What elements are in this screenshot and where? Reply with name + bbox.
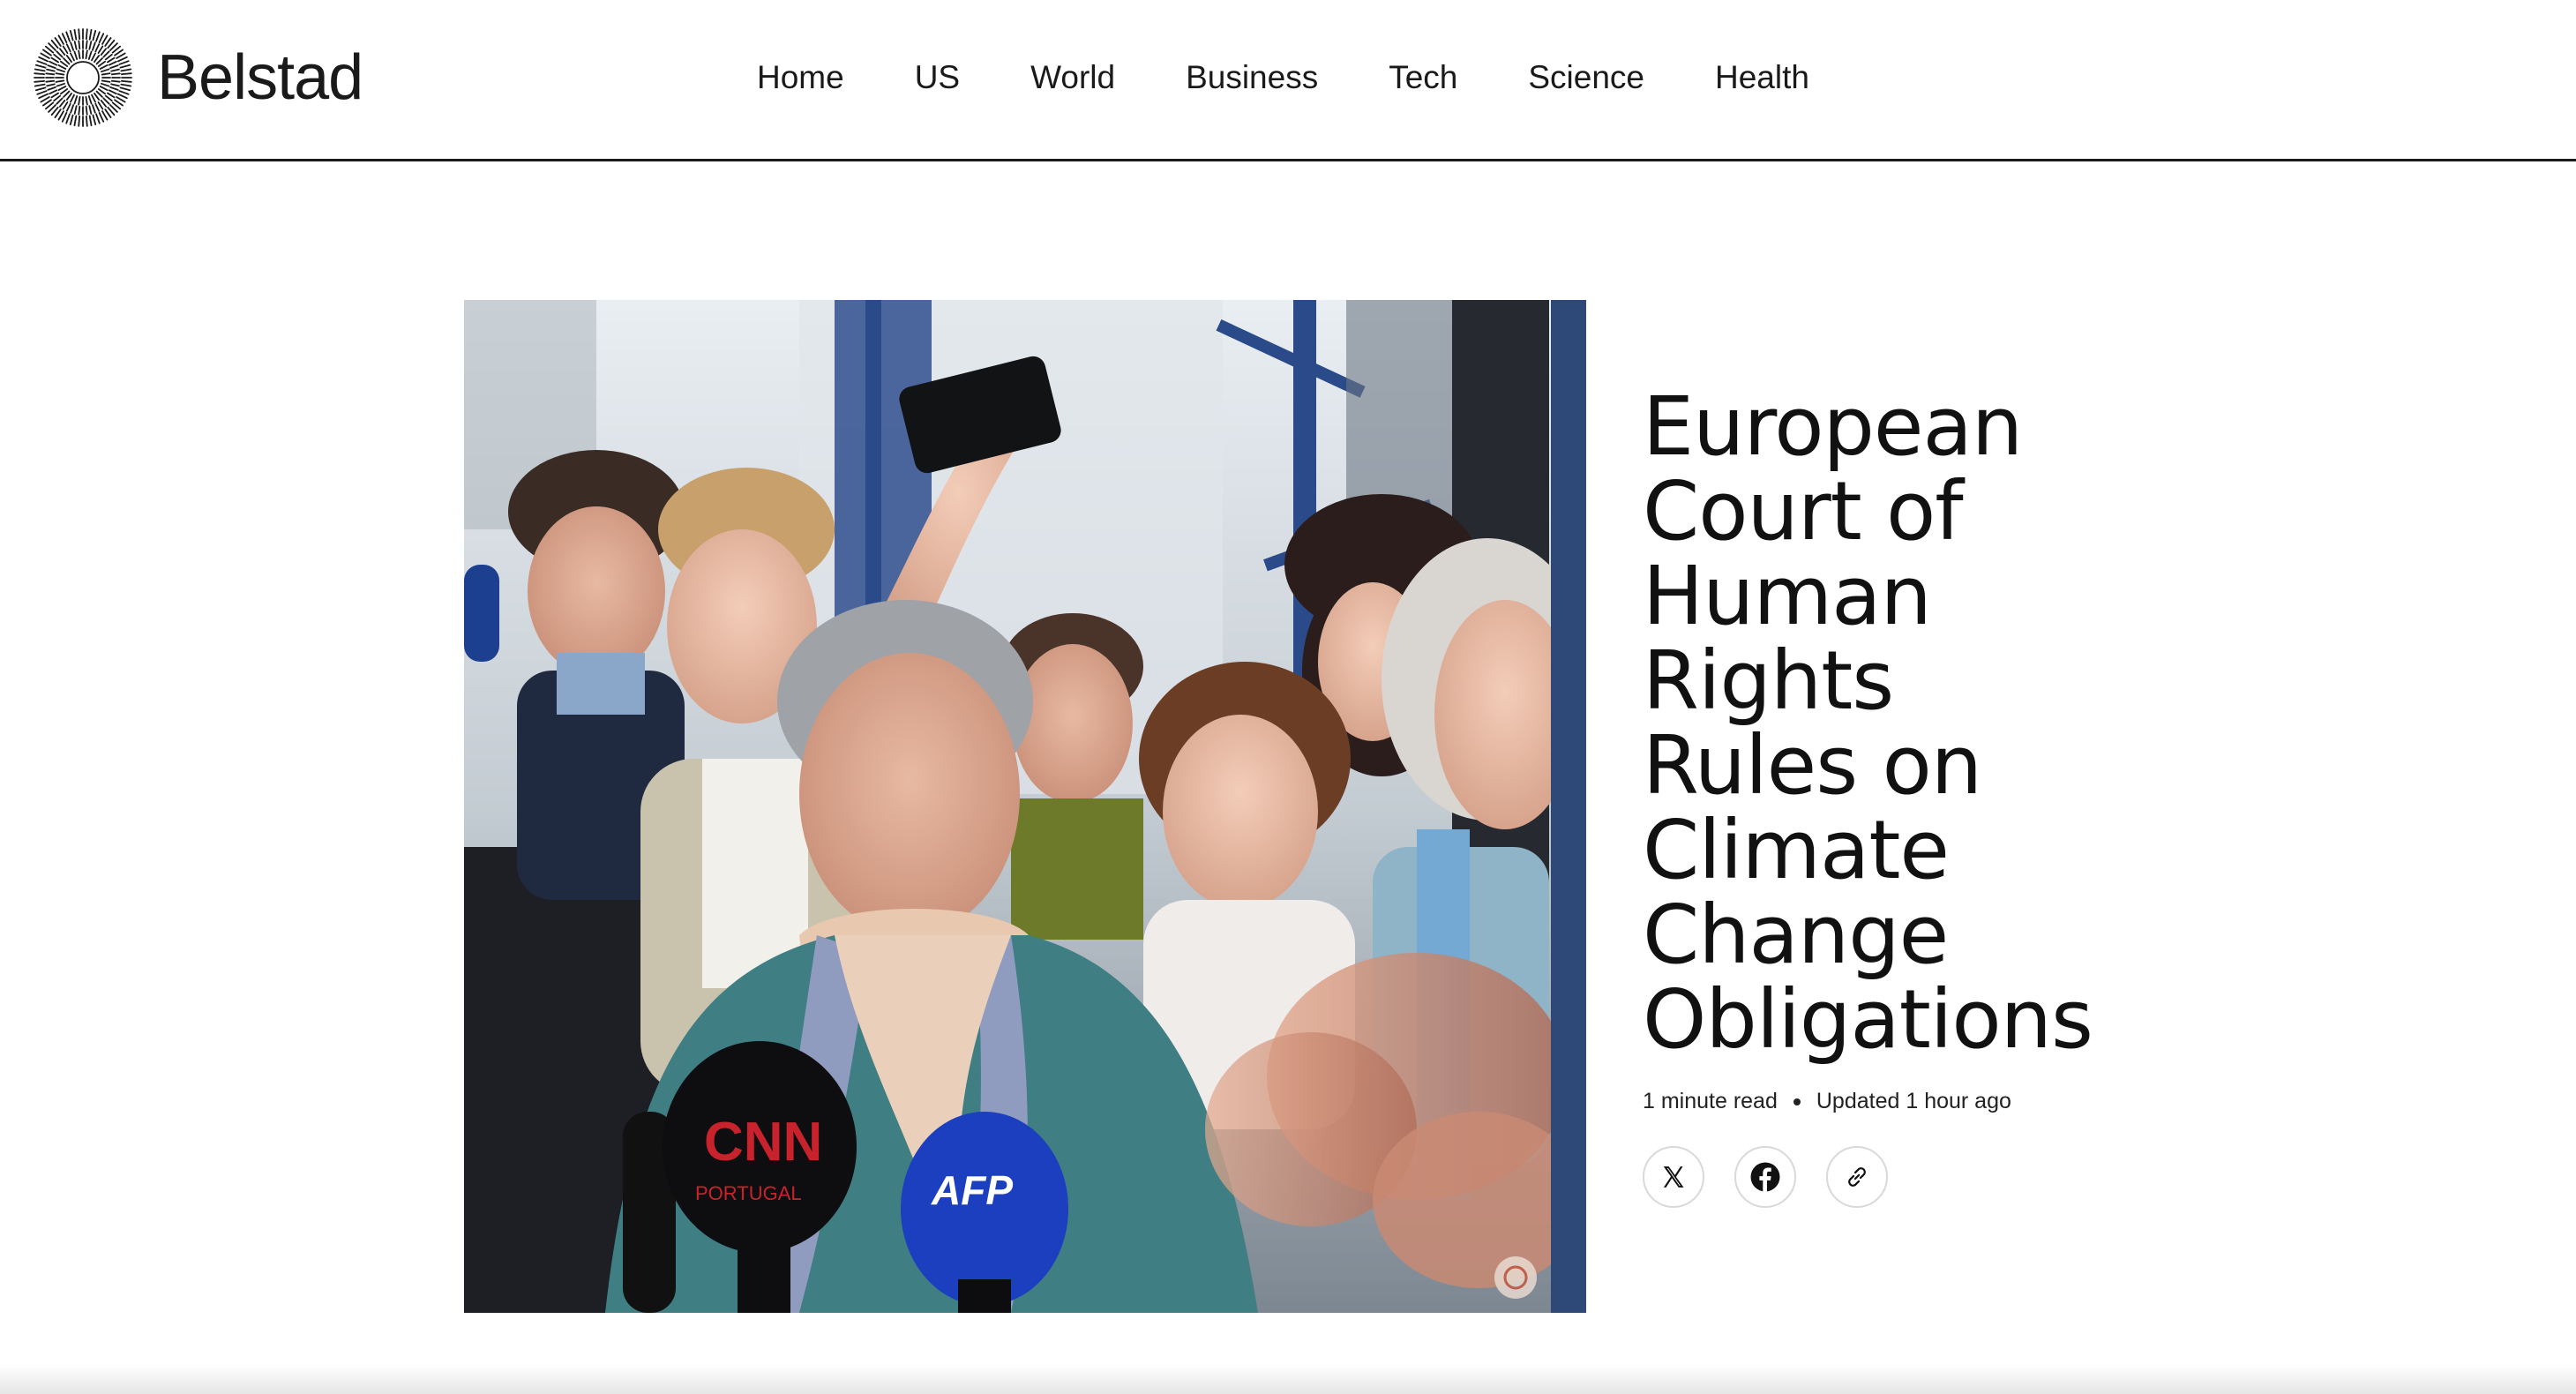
- nav-item-us[interactable]: US: [915, 53, 960, 102]
- headline-line: Court of: [1643, 464, 1964, 558]
- updated-time: Updated 1 hour ago: [1816, 1089, 2011, 1113]
- nav-item-home[interactable]: Home: [757, 53, 844, 102]
- site-header: Belstad Home US World Business Tech Scie…: [0, 0, 2576, 161]
- headline-line: Climate: [1643, 803, 1950, 897]
- nav-item-tech[interactable]: Tech: [1389, 53, 1457, 102]
- article-meta: 1 minute read Updated 1 hour ago: [1643, 1089, 2137, 1114]
- nav-item-business[interactable]: Business: [1186, 53, 1318, 102]
- main-nav: Home US World Business Tech Science Heal…: [757, 53, 1809, 102]
- sunburst-logo-icon: [34, 28, 132, 127]
- hero-accent-bar: [1551, 300, 1586, 1313]
- copy-link-button[interactable]: [1826, 1146, 1888, 1208]
- hero-media: CNN PORTUGAL AFP: [464, 300, 1586, 1313]
- bottom-shadow: [0, 1364, 2576, 1394]
- headline-line: Rules on: [1643, 718, 1982, 813]
- share-buttons: [1643, 1146, 2137, 1208]
- facebook-icon: [1750, 1162, 1780, 1192]
- read-time: 1 minute read: [1643, 1089, 1778, 1113]
- nav-item-world[interactable]: World: [1030, 53, 1115, 102]
- link-icon: [1848, 1167, 1866, 1187]
- nav-item-health[interactable]: Health: [1715, 53, 1809, 102]
- share-facebook-button[interactable]: [1734, 1146, 1796, 1208]
- hero-photo-illustration: CNN PORTUGAL AFP: [464, 300, 1551, 1313]
- meta-separator-dot: [1793, 1098, 1801, 1105]
- share-x-button[interactable]: [1643, 1146, 1704, 1208]
- nav-item-science[interactable]: Science: [1528, 53, 1644, 102]
- article-headline: European Court of Human Rights Rules on …: [1643, 385, 2137, 1062]
- portugal-mic-label: PORTUGAL: [695, 1182, 802, 1204]
- site-name: Belstad: [157, 42, 363, 113]
- headline-line: Rights: [1643, 633, 1894, 728]
- headline-line: Obligations: [1643, 972, 2093, 1067]
- cnn-mic-label: CNN: [704, 1112, 822, 1173]
- page: Belstad Home US World Business Tech Scie…: [0, 0, 2576, 1394]
- headline-line: Change: [1643, 888, 1949, 982]
- afp-mic-label: AFP: [931, 1167, 1013, 1213]
- headline-block: European Court of Human Rights Rules on …: [1643, 385, 2137, 1208]
- headline-line: European: [1643, 379, 2023, 474]
- x-icon: [1663, 1166, 1684, 1188]
- brand-home-link[interactable]: Belstad: [32, 25, 363, 131]
- hero-photo: CNN PORTUGAL AFP: [464, 300, 1551, 1313]
- headline-line: Human: [1643, 549, 1932, 643]
